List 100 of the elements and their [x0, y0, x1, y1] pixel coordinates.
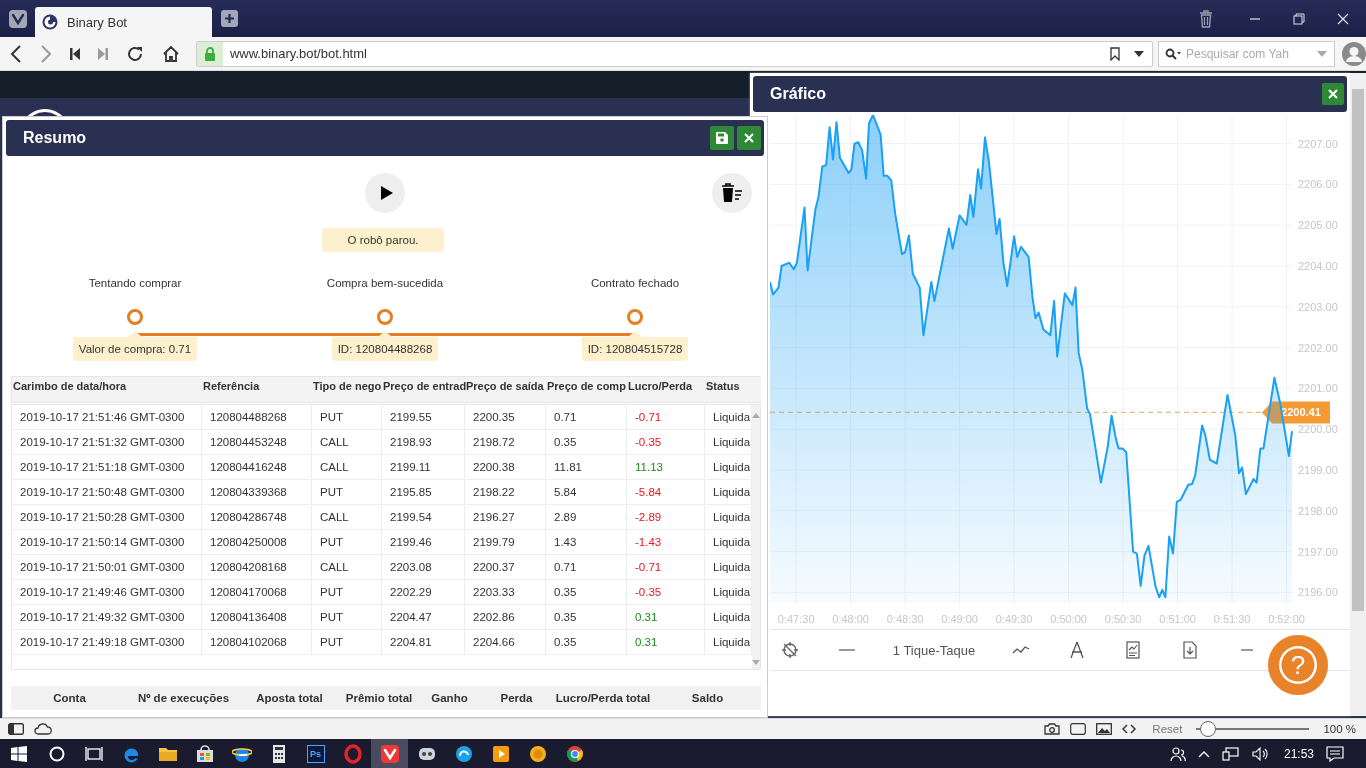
table-cell: 2199.79 — [465, 530, 546, 554]
table-cell: 2200.35 — [465, 405, 546, 429]
zoom-level: 100 % — [1323, 723, 1356, 735]
axis-label: 2197.00 — [1298, 545, 1338, 558]
table-cell: 120804136408 — [202, 605, 312, 629]
table-cell: PUT — [312, 605, 382, 629]
axis-label: 0:51:00 — [1159, 613, 1196, 625]
axis-label: 0:52:00 — [1268, 613, 1305, 625]
column-header: Saldo — [690, 692, 725, 704]
table-cell: 2199.46 — [382, 530, 465, 554]
table-cell: CALL — [312, 555, 382, 579]
column-header: Ganho — [430, 692, 469, 704]
column-header: Aposta total — [255, 692, 324, 704]
table-cell: 2019-10-17 21:49:32 GMT-0300 — [12, 605, 202, 629]
step-label: Compra bem-sucedida — [326, 277, 444, 289]
table-cell: CALL — [312, 455, 382, 479]
table-cell: 2.89 — [546, 505, 627, 529]
table-cell: 2019-10-17 21:50:14 GMT-0300 — [12, 530, 202, 554]
axis-label: 0:48:30 — [886, 613, 924, 625]
table-cell: 120804208168 — [202, 555, 312, 579]
table-cell: CALL — [312, 505, 382, 529]
step-detail: Valor de compra: 0.71 — [72, 331, 198, 361]
table-cell: 120804488268 — [202, 405, 312, 429]
table-cell: 2196.27 — [465, 505, 546, 529]
table-cell: -1.43 — [627, 530, 705, 554]
axis-label: 2203.00 — [1298, 300, 1338, 313]
table-cell: 2200.38 — [465, 455, 546, 479]
table-cell: PUT — [312, 405, 382, 429]
axis-label: 2205.00 — [1298, 219, 1338, 232]
table-cell: 2203.33 — [465, 580, 546, 604]
axis-label: 2201.00 — [1298, 382, 1338, 395]
table-cell: 2019-10-17 21:50:28 GMT-0300 — [12, 505, 202, 529]
table-cell: 0.71 — [546, 555, 627, 579]
table-cell: 0.71 — [546, 405, 627, 429]
axis-label: 2206.00 — [1298, 178, 1338, 191]
table-cell: 120804102068 — [202, 630, 312, 654]
table-cell: 2019-10-17 21:51:18 GMT-0300 — [12, 455, 202, 479]
tab-title: Binary Bot — [67, 14, 127, 30]
table-cell: 2019-10-17 21:51:46 GMT-0300 — [12, 405, 202, 429]
status-message: O robô parou. — [321, 228, 445, 252]
table-cell: 0.31 — [627, 605, 705, 629]
table-cell: 2200.37 — [465, 555, 546, 579]
table-cell: 2019-10-17 21:50:01 GMT-0300 — [12, 555, 202, 579]
table-cell: 120804339368 — [202, 480, 312, 504]
table-cell: 2199.11 — [382, 455, 465, 479]
table-cell: 2199.55 — [382, 405, 465, 429]
step-label: Tentando comprar — [88, 277, 182, 289]
column-header: Conta — [52, 692, 87, 704]
table-cell: PUT — [312, 530, 382, 554]
axis-label: 2199.00 — [1298, 464, 1338, 476]
table-cell: 120804250008 — [202, 530, 312, 554]
axis-label: 2200.00 — [1298, 423, 1338, 436]
table-cell: 5.84 — [546, 480, 627, 504]
axis-label: 0:51:30 — [1213, 613, 1251, 625]
table-cell: PUT — [312, 580, 382, 604]
table-cell: 11.13 — [627, 455, 705, 479]
table-cell: 1.43 — [546, 530, 627, 554]
window-title: Resumo — [23, 129, 87, 147]
table-cell: 2019-10-17 21:49:18 GMT-0300 — [12, 630, 202, 654]
table-cell: 120804286748 — [202, 505, 312, 529]
table-cell: 2198.22 — [465, 480, 546, 504]
table-cell: 2204.47 — [382, 605, 465, 629]
table-cell: -5.84 — [627, 480, 705, 504]
table-cell: 2199.54 — [382, 505, 465, 529]
table-cell: 120804416248 — [202, 455, 312, 479]
table-cell: 120804170068 — [202, 580, 312, 604]
axis-label: 0:50:00 — [1050, 613, 1087, 625]
table-cell: -2.89 — [627, 505, 705, 529]
step-label: Contrato fechado — [590, 277, 680, 289]
table-cell: 0.35 — [546, 580, 627, 604]
table-cell: 0.35 — [546, 605, 627, 629]
table-cell: -0.71 — [627, 555, 705, 579]
axis-label: 0:50:30 — [1104, 613, 1142, 625]
column-header: Nº de execuções — [136, 692, 231, 704]
axis-label: 0:49:30 — [995, 613, 1033, 625]
table-cell: 0.35 — [546, 630, 627, 654]
table-cell: PUT — [312, 630, 382, 654]
table-cell: 2019-10-17 21:51:32 GMT-0300 — [12, 430, 202, 454]
table-cell: -0.71 — [627, 405, 705, 429]
table-cell: 11.81 — [546, 455, 627, 479]
table-cell: -0.35 — [627, 580, 705, 604]
step-detail: ID: 120804515728 — [581, 331, 689, 361]
step-detail: ID: 120804488268 — [331, 331, 439, 361]
axis-label: 0:48:00 — [832, 613, 869, 625]
table-cell: 2195.85 — [382, 480, 465, 504]
axis-label: 2198.00 — [1298, 504, 1338, 517]
column-header: Prêmio total — [344, 692, 414, 704]
axis-label: 2207.00 — [1298, 137, 1338, 150]
table-cell: 2019-10-17 21:50:48 GMT-0300 — [12, 480, 202, 504]
table-cell: -0.35 — [627, 430, 705, 454]
column-header: Perda — [499, 692, 534, 704]
table-cell: 0.35 — [546, 430, 627, 454]
table-cell: 2204.66 — [465, 630, 546, 654]
column-header: Lucro/Perda total — [554, 692, 652, 704]
table-cell: 2198.93 — [382, 430, 465, 454]
table-cell: CALL — [312, 430, 382, 454]
table-cell: 2202.86 — [465, 605, 546, 629]
table-cell: 120804453248 — [202, 430, 312, 454]
table-cell: 2204.81 — [382, 630, 465, 654]
window-title: Gráfico — [770, 85, 826, 103]
